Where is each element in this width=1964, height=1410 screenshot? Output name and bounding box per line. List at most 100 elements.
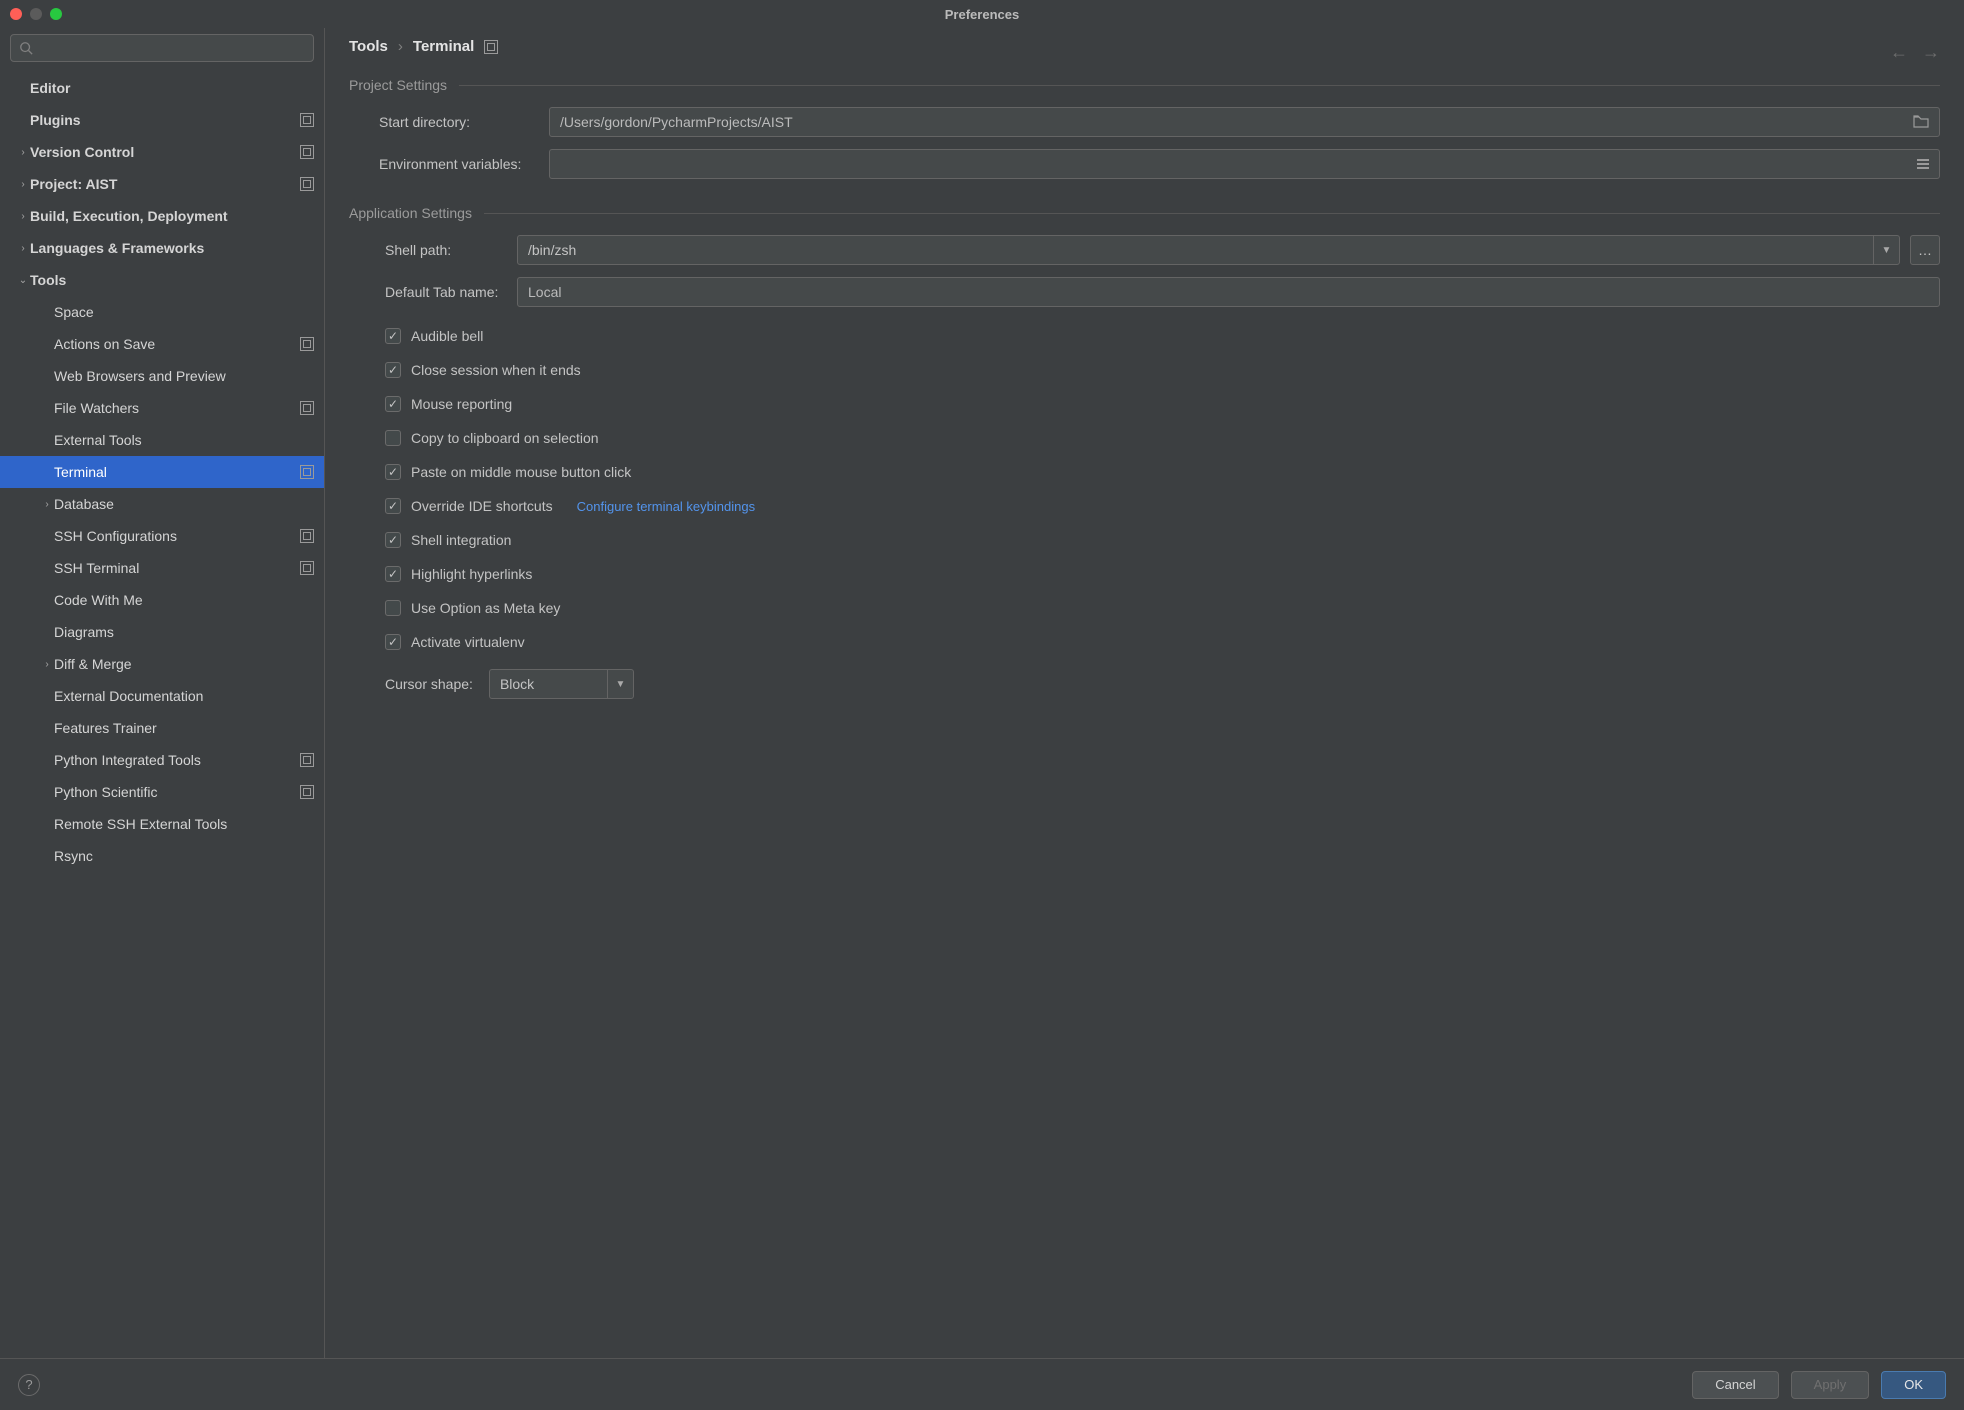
option-close-session-when-it-ends: Close session when it ends — [349, 353, 1940, 387]
sidebar-item-ssh-terminal[interactable]: SSH Terminal — [0, 552, 324, 584]
sidebar-item-plugins[interactable]: Plugins — [0, 104, 324, 136]
project-scope-icon — [300, 785, 314, 799]
forward-button[interactable]: → — [1922, 42, 1940, 63]
checkbox[interactable] — [385, 328, 401, 344]
checkbox[interactable] — [385, 634, 401, 650]
titlebar: Preferences — [0, 0, 1964, 28]
chevron-icon: › — [16, 211, 30, 222]
footer: ? Cancel Apply OK — [0, 1358, 1964, 1410]
checkbox[interactable] — [385, 600, 401, 616]
chevron-right-icon: › — [398, 38, 403, 55]
sidebar-item-project-aist[interactable]: ›Project: AIST — [0, 168, 324, 200]
sidebar-item-terminal[interactable]: Terminal — [0, 456, 324, 488]
list-icon[interactable] — [1917, 159, 1929, 169]
sidebar-item-version-control[interactable]: ›Version Control — [0, 136, 324, 168]
sidebar-item-label: Diff & Merge — [54, 656, 314, 672]
sidebar-item-web-browsers-and-preview[interactable]: Web Browsers and Preview — [0, 360, 324, 392]
chevron-icon: ⌄ — [16, 275, 30, 286]
checkbox[interactable] — [385, 498, 401, 514]
sidebar-item-space[interactable]: Space — [0, 296, 324, 328]
project-scope-icon — [300, 465, 314, 479]
checkbox[interactable] — [385, 396, 401, 412]
sidebar-item-diagrams[interactable]: Diagrams — [0, 616, 324, 648]
sidebar-item-label: File Watchers — [54, 400, 294, 416]
sidebar-item-label: Web Browsers and Preview — [54, 368, 314, 384]
search-input[interactable] — [10, 34, 314, 62]
chevron-icon: › — [16, 147, 30, 158]
project-scope-icon — [300, 177, 314, 191]
sidebar-item-label: Project: AIST — [30, 176, 294, 192]
option-activate-virtualenv: Activate virtualenv — [349, 625, 1940, 659]
sidebar-item-build-execution-deployment[interactable]: ›Build, Execution, Deployment — [0, 200, 324, 232]
sidebar-item-label: Tools — [30, 272, 314, 288]
sidebar-item-label: Rsync — [54, 848, 314, 864]
project-scope-icon — [300, 145, 314, 159]
sidebar: EditorPlugins›Version Control›Project: A… — [0, 28, 325, 1358]
checkbox[interactable] — [385, 532, 401, 548]
checkbox-label: Activate virtualenv — [411, 634, 525, 650]
sidebar-item-label: SSH Terminal — [54, 560, 294, 576]
back-button[interactable]: ← — [1890, 42, 1908, 63]
sidebar-item-features-trainer[interactable]: Features Trainer — [0, 712, 324, 744]
help-button[interactable]: ? — [18, 1374, 40, 1396]
checkbox-label: Override IDE shortcuts — [411, 498, 553, 514]
checkbox[interactable] — [385, 566, 401, 582]
cursor-shape-select[interactable]: Block ▼ — [489, 669, 634, 699]
shell-path-browse-button[interactable]: … — [1910, 235, 1940, 265]
shell-path-select[interactable]: /bin/zsh ▼ — [517, 235, 1900, 265]
checkbox[interactable] — [385, 464, 401, 480]
configure-keybindings-link[interactable]: Configure terminal keybindings — [577, 499, 755, 514]
project-scope-icon — [484, 40, 498, 54]
sidebar-item-python-scientific[interactable]: Python Scientific — [0, 776, 324, 808]
option-shell-integration: Shell integration — [349, 523, 1940, 557]
sidebar-item-remote-ssh-external-tools[interactable]: Remote SSH External Tools — [0, 808, 324, 840]
option-override-ide-shortcuts: Override IDE shortcuts Configure terminal… — [349, 489, 1940, 523]
sidebar-item-label: Python Scientific — [54, 784, 294, 800]
checkbox[interactable] — [385, 430, 401, 446]
shell-path-label: Shell path: — [349, 242, 517, 258]
option-use-option-as-meta-key: Use Option as Meta key — [349, 591, 1940, 625]
sidebar-item-rsync[interactable]: Rsync — [0, 840, 324, 872]
sidebar-item-file-watchers[interactable]: File Watchers — [0, 392, 324, 424]
sidebar-item-label: Languages & Frameworks — [30, 240, 314, 256]
sidebar-item-label: External Documentation — [54, 688, 314, 704]
ok-button[interactable]: OK — [1881, 1371, 1946, 1399]
env-vars-input[interactable] — [549, 149, 1940, 179]
start-directory-input[interactable]: /Users/gordon/PycharmProjects/AIST — [549, 107, 1940, 137]
sidebar-item-label: Space — [54, 304, 314, 320]
sidebar-item-external-tools[interactable]: External Tools — [0, 424, 324, 456]
settings-tree[interactable]: EditorPlugins›Version Control›Project: A… — [0, 68, 324, 1358]
sidebar-item-database[interactable]: ›Database — [0, 488, 324, 520]
sidebar-item-label: Actions on Save — [54, 336, 294, 352]
sidebar-item-code-with-me[interactable]: Code With Me — [0, 584, 324, 616]
sidebar-item-diff-merge[interactable]: ›Diff & Merge — [0, 648, 324, 680]
folder-icon[interactable] — [1913, 114, 1929, 131]
sidebar-item-ssh-configurations[interactable]: SSH Configurations — [0, 520, 324, 552]
option-mouse-reporting: Mouse reporting — [349, 387, 1940, 421]
sidebar-item-label: Python Integrated Tools — [54, 752, 294, 768]
section-app-settings: Application Settings — [349, 205, 472, 221]
project-scope-icon — [300, 561, 314, 575]
checkbox[interactable] — [385, 362, 401, 378]
chevron-icon: › — [16, 179, 30, 190]
option-highlight-hyperlinks: Highlight hyperlinks — [349, 557, 1940, 591]
sidebar-item-label: Terminal — [54, 464, 294, 480]
sidebar-item-languages-frameworks[interactable]: ›Languages & Frameworks — [0, 232, 324, 264]
sidebar-item-editor[interactable]: Editor — [0, 72, 324, 104]
sidebar-item-python-integrated-tools[interactable]: Python Integrated Tools — [0, 744, 324, 776]
project-scope-icon — [300, 337, 314, 351]
sidebar-item-tools[interactable]: ⌄Tools — [0, 264, 324, 296]
sidebar-item-external-documentation[interactable]: External Documentation — [0, 680, 324, 712]
main-panel: ← → Tools › Terminal Project Settings St… — [325, 28, 1964, 1358]
sidebar-item-label: Features Trainer — [54, 720, 314, 736]
sidebar-item-actions-on-save[interactable]: Actions on Save — [0, 328, 324, 360]
option-audible-bell: Audible bell — [349, 319, 1940, 353]
checkbox-label: Mouse reporting — [411, 396, 512, 412]
chevron-icon: › — [16, 243, 30, 254]
option-copy-to-clipboard-on-selection: Copy to clipboard on selection — [349, 421, 1940, 455]
checkbox-label: Highlight hyperlinks — [411, 566, 532, 582]
apply-button[interactable]: Apply — [1791, 1371, 1870, 1399]
default-tab-name-input[interactable]: Local — [517, 277, 1940, 307]
cancel-button[interactable]: Cancel — [1692, 1371, 1778, 1399]
sidebar-item-label: Database — [54, 496, 314, 512]
